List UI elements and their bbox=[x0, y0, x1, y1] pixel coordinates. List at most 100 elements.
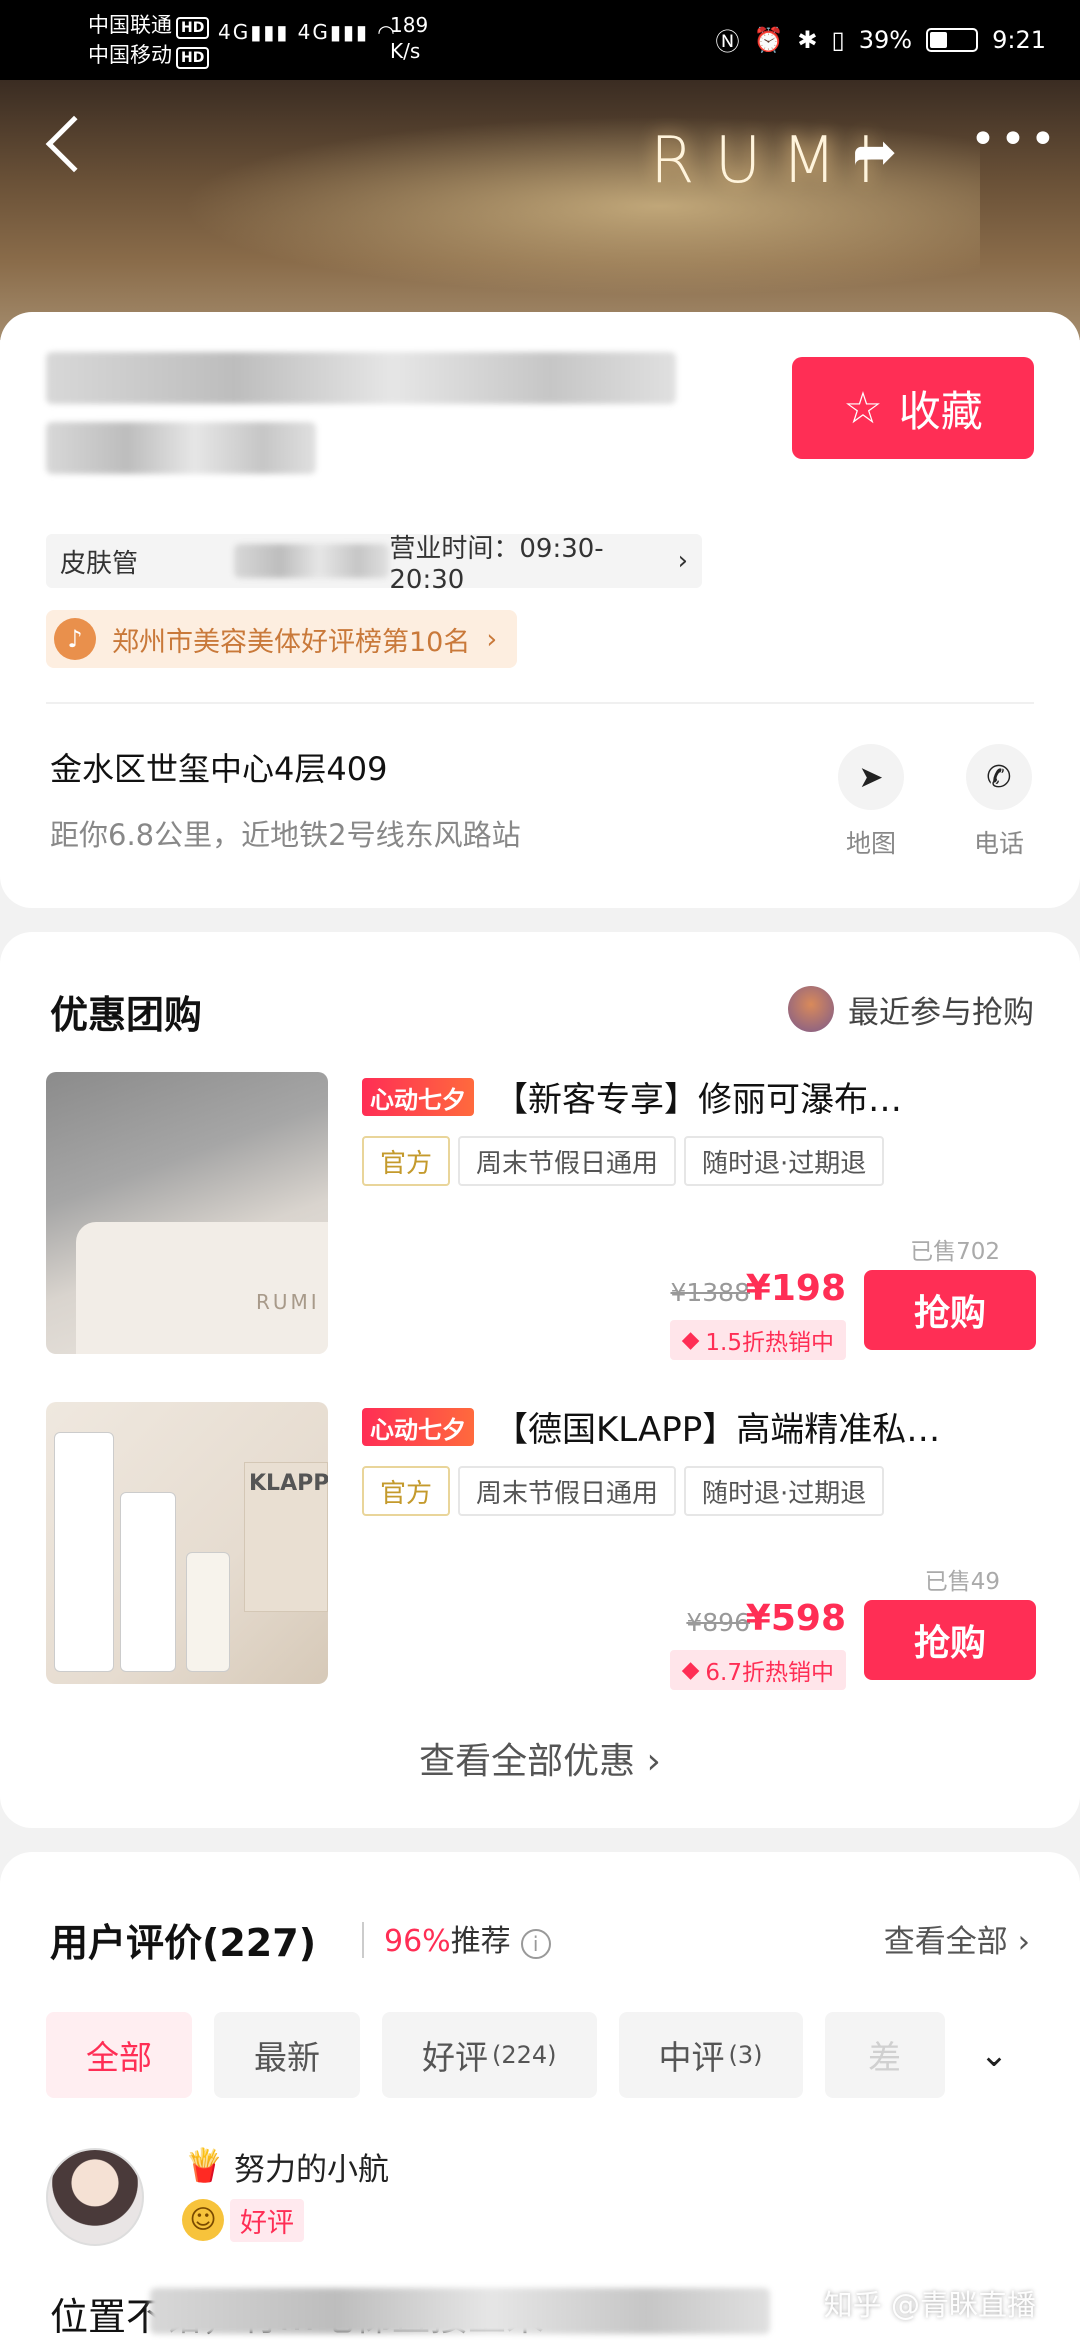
rank-badge[interactable]: ♪ 郑州市美容美体好评榜第10名 › bbox=[46, 610, 518, 668]
towel-graphic bbox=[76, 1222, 328, 1354]
rating-badge: ☺ 好评 bbox=[182, 2198, 304, 2242]
share-icon[interactable]: ➦ bbox=[852, 120, 897, 183]
tag-official: 官方 bbox=[362, 1466, 451, 1516]
tag-weekend: 周末节假日通用 bbox=[458, 1136, 677, 1186]
sold-count: 已售702 bbox=[910, 1239, 1000, 1265]
speed-value: 189 bbox=[390, 13, 429, 37]
deal-price: ¥598 bbox=[745, 1598, 846, 1639]
info-icon[interactable]: i bbox=[520, 1929, 551, 1959]
buy-button[interactable]: 抢购 bbox=[864, 1270, 1036, 1350]
signal-icons: 4G▮▮▮ 4G▮▮▮ ◠ bbox=[218, 20, 397, 44]
filter-label: 好评 bbox=[422, 2038, 488, 2077]
tag-official: 官方 bbox=[362, 1136, 451, 1186]
deal-tags: 官方 周末节假日通用 随时退·过期退 bbox=[362, 1466, 885, 1516]
status-right: Ⓝ ⏰ ✱ ▯ 39% 9:21 bbox=[716, 22, 1046, 57]
status-bar: 中国联通 HD 中国移动 HD 4G▮▮▮ 4G▮▮▮ ◠ 189 K/s Ⓝ ⏰ … bbox=[0, 0, 1080, 80]
phone-button[interactable]: ✆ 电话 bbox=[954, 744, 1044, 860]
business-hours: 营业时间：09:30-20:30 bbox=[389, 533, 604, 595]
filter-label: 中评 bbox=[658, 2038, 725, 2077]
navigation-arrow-icon: ➤ bbox=[838, 744, 904, 810]
hd-badge: HD bbox=[176, 17, 210, 39]
sold-count: 已售49 bbox=[924, 1569, 1000, 1595]
recent-buyers-label: 最近参与抢购 bbox=[848, 994, 1034, 1031]
divider bbox=[362, 1922, 364, 1958]
nfc-icon: Ⓝ bbox=[715, 28, 740, 56]
deal-name: 【德国KLAPP】高端精准私… bbox=[494, 1410, 941, 1450]
view-all-label: 查看全部 bbox=[883, 1924, 1008, 1960]
review-text-redacted bbox=[150, 2288, 770, 2334]
deal-tags: 官方 周末节假日通用 随时退·过期退 bbox=[362, 1136, 885, 1186]
tag-refund: 随时退·过期退 bbox=[684, 1466, 885, 1516]
deal-item[interactable]: RUMI 心动七夕 【新客专享】修丽可瀑布… 官方 周末节假日通用 随时退·过期… bbox=[46, 1072, 1036, 1360]
phone-label: 电话 bbox=[973, 829, 1024, 858]
reviewer-name[interactable]: 努力的小航 bbox=[234, 2144, 389, 2189]
group-deals-card: 优惠团购 最近参与抢购 RUMI 心动七夕 【新客专享】修丽可瀑布… 官方 周末… bbox=[0, 932, 1080, 1828]
filter-positive[interactable]: 好评 (224) bbox=[382, 2012, 597, 2098]
clock: 9:21 bbox=[992, 25, 1046, 54]
vibrate-icon: ▯ bbox=[831, 25, 845, 54]
category-redacted bbox=[234, 544, 390, 578]
star-icon: ☆ bbox=[843, 382, 883, 434]
deal-price: ¥198 bbox=[745, 1268, 846, 1309]
shop-address[interactable]: 金水区世玺中心4层409 bbox=[50, 744, 387, 790]
bottle-graphic bbox=[54, 1432, 114, 1672]
shop-name-redacted bbox=[46, 352, 676, 404]
tag-refund: 随时退·过期退 bbox=[684, 1136, 885, 1186]
chevron-right-icon: › bbox=[486, 623, 498, 655]
recommend-percent: 96% bbox=[384, 1924, 451, 1959]
chevron-right-icon: › bbox=[646, 1741, 661, 1782]
rank-text: 郑州市美容美体好评榜第10名 bbox=[112, 626, 471, 658]
view-all-deals[interactable]: 查看全部优惠 › bbox=[0, 1732, 1080, 1784]
thumb-brand-mark: RUMI bbox=[256, 1290, 320, 1314]
reviews-card: 用户评价(227) 96%推荐 i 查看全部 › 全部 最新 好评 (224) 中评… bbox=[0, 1852, 1080, 2340]
carrier-info: 中国联通 HD 中国移动 HD bbox=[88, 10, 210, 70]
shop-name-redacted-line2 bbox=[46, 422, 316, 474]
shop-distance: 距你6.8公里，近地铁2号线东风路站 bbox=[50, 818, 521, 852]
deal-thumbnail: KLAPP bbox=[46, 1402, 328, 1684]
tag-icon: ◆ bbox=[681, 1327, 700, 1353]
deal-item[interactable]: KLAPP 心动七夕 【德国KLAPP】高端精准私… 官方 周末节假日通用 随时… bbox=[46, 1402, 1036, 1690]
recommend-rate: 96%推荐 i bbox=[384, 1916, 551, 1960]
serum-bottle-graphic bbox=[186, 1552, 230, 1672]
signal-4g-icon: 4G bbox=[218, 20, 251, 44]
discount-badge: ◆ 6.7折热销中 bbox=[669, 1650, 846, 1690]
discount-text: 6.7折热销中 bbox=[705, 1660, 834, 1686]
filter-negative[interactable]: 差 bbox=[824, 2012, 945, 2098]
view-all-reviews[interactable]: 查看全部 › bbox=[884, 1916, 1030, 1961]
more-icon[interactable]: ••• bbox=[970, 118, 1060, 162]
chevron-right-icon: › bbox=[1017, 1924, 1030, 1960]
bottle-graphic bbox=[120, 1492, 176, 1672]
map-button[interactable]: ➤ 地图 bbox=[826, 744, 916, 860]
filter-all[interactable]: 全部 bbox=[46, 2012, 192, 2098]
filter-count: (3) bbox=[728, 2041, 763, 2069]
promo-badge: 心动七夕 bbox=[362, 1408, 474, 1446]
back-icon[interactable] bbox=[45, 115, 103, 173]
rating-label: 好评 bbox=[230, 2198, 304, 2242]
recommend-label: 推荐 bbox=[450, 1924, 511, 1959]
filter-latest[interactable]: 最新 bbox=[214, 2012, 360, 2098]
signal-4g-icon: 4G bbox=[297, 20, 330, 44]
speed-unit: K/s bbox=[390, 39, 421, 63]
filter-label: 全部 bbox=[86, 2038, 152, 2077]
filter-neutral[interactable]: 中评 (3) bbox=[618, 2012, 803, 2098]
view-all-label: 查看全部优惠 bbox=[419, 1741, 636, 1782]
fries-icon: 🍟 bbox=[184, 2146, 224, 2184]
carrier-1: 中国联通 bbox=[88, 13, 172, 37]
original-price: ¥896 bbox=[686, 1608, 750, 1637]
battery-icon bbox=[926, 27, 979, 52]
tag-weekend: 周末节假日通用 bbox=[458, 1466, 677, 1516]
smile-icon: ☺ bbox=[182, 2199, 224, 2241]
buy-button[interactable]: 抢购 bbox=[864, 1600, 1036, 1680]
phone-icon: ✆ bbox=[966, 744, 1032, 810]
chevron-down-icon[interactable]: ⌄ bbox=[954, 2022, 1034, 2088]
tag-icon: ◆ bbox=[681, 1657, 700, 1683]
hd-badge: HD bbox=[176, 47, 210, 69]
favorite-button[interactable]: ☆ 收藏 bbox=[792, 357, 1034, 459]
recent-buyers[interactable]: 最近参与抢购 bbox=[788, 986, 1034, 1032]
shop-meta-row[interactable]: 皮肤管 营业时间：09:30-20:30 › bbox=[46, 534, 702, 595]
avatar[interactable] bbox=[46, 2148, 144, 2246]
section-title: 优惠团购 bbox=[50, 993, 203, 1037]
battery-percent: 39% bbox=[858, 25, 913, 54]
original-price: ¥1388 bbox=[670, 1278, 750, 1307]
watermark: 知乎 @青眯直播 bbox=[823, 2288, 1036, 2322]
